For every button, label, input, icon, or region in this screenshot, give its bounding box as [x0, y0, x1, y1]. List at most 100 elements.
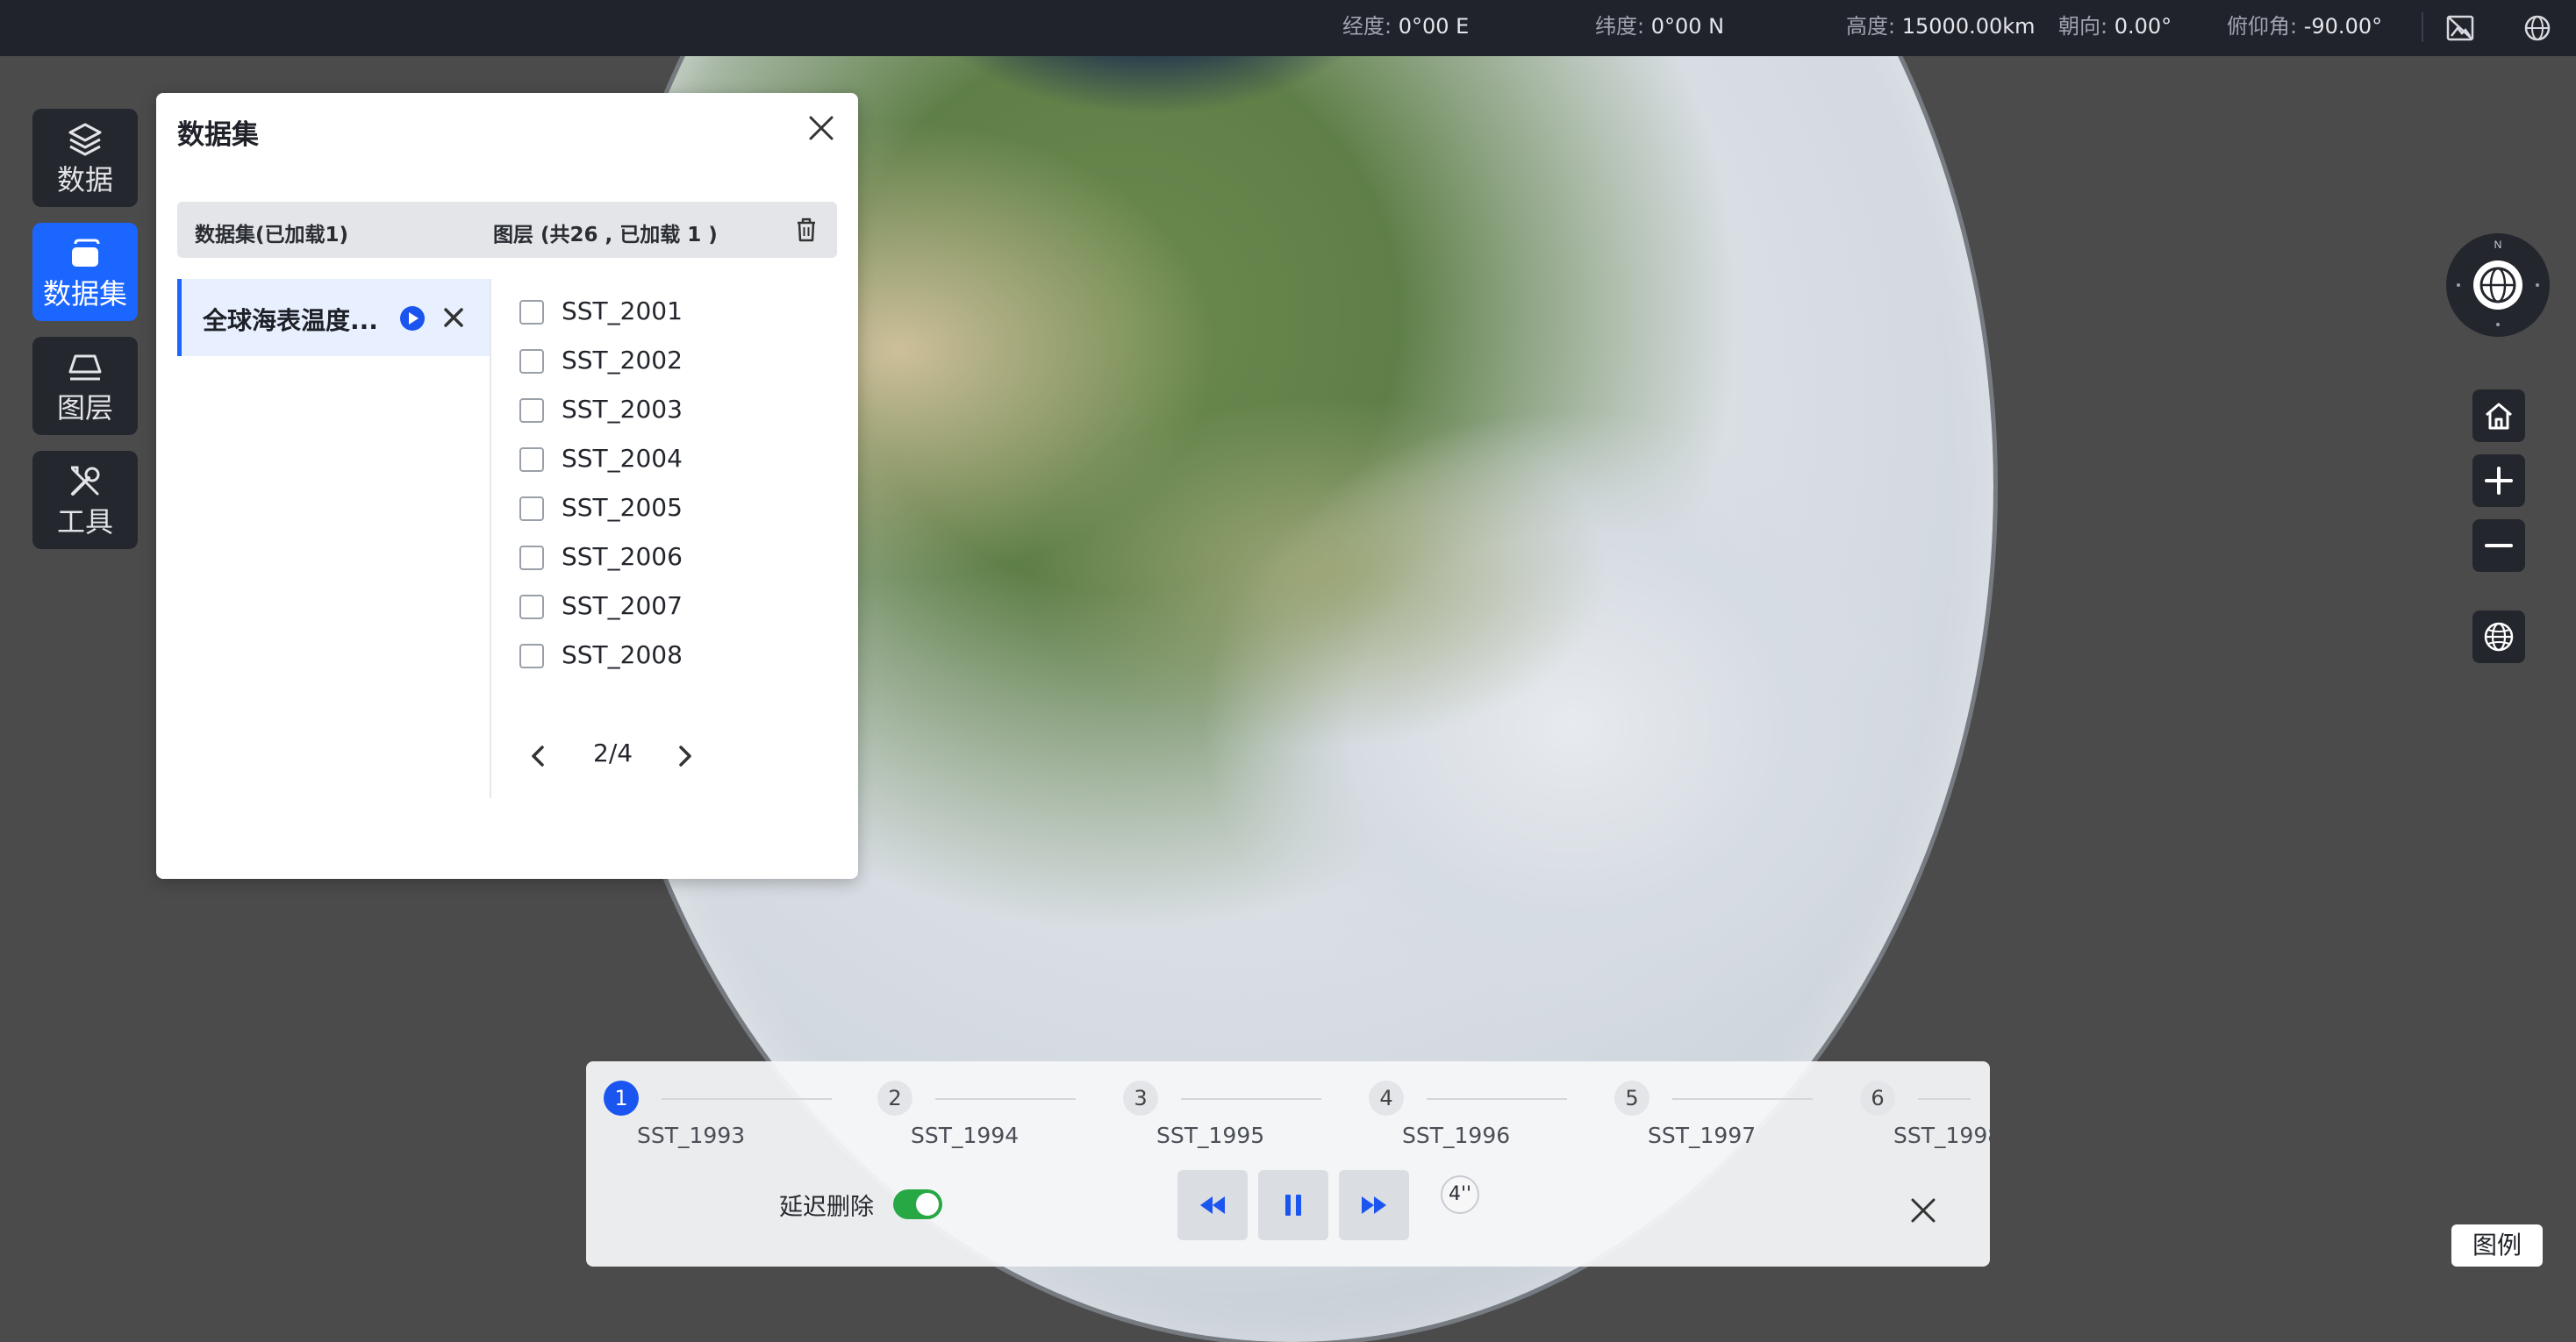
play-circle-icon[interactable]: [399, 305, 426, 332]
step-name: SST_1997: [1648, 1123, 1757, 1148]
step-connector: [935, 1098, 1076, 1100]
sidebar-item-layer-label: 图层: [56, 391, 113, 425]
layer-name: SST_2007: [562, 591, 683, 620]
layers-icon: [68, 123, 102, 156]
panel-title: 数据集: [177, 119, 259, 151]
step-connector: [1672, 1098, 1813, 1100]
checkbox[interactable]: [519, 349, 544, 374]
checkbox[interactable]: [519, 496, 544, 521]
speed-selector[interactable]: 4'': [1441, 1175, 1479, 1214]
sidebar-item-tools-label: 工具: [56, 505, 113, 539]
panel-header: 数据集(已加载1) 图层 (共26 , 已加载 1 ): [177, 202, 837, 258]
checkbox[interactable]: [519, 300, 544, 325]
height-readout: 高度: 15000.00km: [1846, 0, 2036, 56]
layer-list: SST_2001 SST_2002 SST_2003 SST_2004 SST_…: [519, 289, 800, 682]
checkbox[interactable]: [519, 595, 544, 619]
layer-row[interactable]: SST_2004: [519, 437, 800, 486]
height-value: 15000.00km: [1901, 14, 2036, 39]
compass-icon: N: [2457, 239, 2539, 326]
step-number[interactable]: 4: [1369, 1081, 1404, 1116]
dataset-panel: 数据集 数据集(已加载1) 图层 (共26 , 已加载 1 ) 全球海表温度..…: [156, 93, 858, 879]
chevron-left-icon[interactable]: [519, 737, 558, 775]
layer-row[interactable]: SST_2002: [519, 339, 800, 388]
checkbox[interactable]: [519, 398, 544, 423]
sidebar-item-data[interactable]: 数据: [32, 109, 138, 207]
step-number[interactable]: 6: [1860, 1081, 1895, 1116]
home-button[interactable]: [2472, 389, 2525, 442]
heading-readout: 朝向: 0.00°: [2058, 0, 2172, 56]
sidebar-item-dataset-label: 数据集: [42, 277, 127, 311]
layer-row[interactable]: SST_2008: [519, 633, 800, 682]
layer-name: SST_2002: [562, 346, 683, 375]
zoom-in-button[interactable]: [2472, 454, 2525, 507]
checkbox[interactable]: [519, 644, 544, 668]
height-label: 高度:: [1846, 14, 1896, 39]
loaded-count: 数据集(已加载1): [195, 224, 349, 246]
rewind-button[interactable]: [1177, 1170, 1248, 1240]
sidebar-item-dataset[interactable]: 数据集: [32, 223, 138, 321]
layer-row[interactable]: SST_2006: [519, 535, 800, 584]
globe-view-button[interactable]: [2472, 610, 2525, 663]
toggle-knob: [916, 1193, 939, 1216]
longitude-value: 0°00 E: [1398, 14, 1470, 39]
sidebar-item-data-label: 数据: [56, 163, 113, 196]
latitude-readout: 纬度: 0°00 N: [1595, 0, 1724, 56]
layer-row[interactable]: SST_2007: [519, 584, 800, 633]
step-number[interactable]: 5: [1614, 1081, 1649, 1116]
layer-name: SST_2005: [562, 493, 683, 522]
longitude-readout: 经度: 0°00 E: [1342, 0, 1469, 56]
pause-button[interactable]: [1258, 1170, 1328, 1240]
step-connector: [1918, 1098, 1971, 1100]
fast-forward-button[interactable]: [1339, 1170, 1409, 1240]
sidebar-item-tools[interactable]: 工具: [32, 451, 138, 549]
pitch-readout: 俯仰角: -90.00°: [2227, 0, 2382, 56]
close-icon[interactable]: [1906, 1193, 1941, 1228]
home-icon: [2486, 403, 2512, 430]
layer-name: SST_2001: [562, 296, 683, 325]
timeline-player: 1 SST_1993 2 SST_1994 3 SST_1995 4 SST_1…: [586, 1061, 1990, 1267]
step-connector: [1181, 1098, 1321, 1100]
zoom-out-button[interactable]: [2472, 519, 2525, 572]
heading-label: 朝向:: [2058, 14, 2108, 39]
layer-row[interactable]: SST_2003: [519, 388, 800, 437]
checkbox[interactable]: [519, 447, 544, 472]
layer-row[interactable]: SST_2001: [519, 289, 800, 339]
step-name: SST_1993: [637, 1123, 746, 1148]
compass[interactable]: N: [2446, 233, 2550, 337]
delay-delete-label: 延迟删除: [779, 1194, 874, 1221]
page-indicator: 2/4: [593, 739, 633, 767]
step-number[interactable]: 2: [877, 1081, 912, 1116]
longitude-label: 经度:: [1342, 14, 1392, 39]
step-number[interactable]: 3: [1123, 1081, 1158, 1116]
globe-settings-icon[interactable]: [2522, 12, 2553, 44]
dataset-item[interactable]: 全球海表温度...: [177, 279, 490, 356]
layer-count: 图层 (共26 , 已加载 1 ): [493, 224, 718, 246]
rewind-icon: [1200, 1196, 1225, 1214]
image-off-icon[interactable]: [2444, 12, 2476, 44]
latitude-label: 纬度:: [1595, 14, 1645, 39]
layer-name: SST_2006: [562, 542, 683, 571]
layer-row[interactable]: SST_2005: [519, 486, 800, 535]
step-number[interactable]: 1: [604, 1081, 639, 1116]
svg-text:N: N: [2494, 239, 2502, 251]
step-name: SST_1995: [1156, 1123, 1265, 1148]
plus-icon: [2485, 467, 2513, 495]
close-icon[interactable]: [804, 111, 839, 146]
tools-icon: [71, 466, 100, 496]
layer-name: SST_2003: [562, 395, 683, 424]
step-connector: [662, 1098, 832, 1100]
chevron-right-icon[interactable]: [665, 737, 704, 775]
step-name: SST_1998: [1893, 1123, 1990, 1148]
remove-icon[interactable]: [440, 303, 468, 332]
layer-name: SST_2004: [562, 444, 683, 473]
trash-icon[interactable]: [793, 216, 819, 244]
heading-value: 0.00°: [2114, 14, 2172, 39]
sidebar-item-layer[interactable]: 图层: [32, 337, 138, 435]
delay-delete-toggle[interactable]: [893, 1189, 942, 1219]
legend-button[interactable]: 图例: [2451, 1224, 2543, 1267]
latitude-value: 0°00 N: [1650, 14, 1725, 39]
dataset-icon: [72, 239, 100, 267]
pitch-label: 俯仰角:: [2227, 14, 2298, 39]
panel-divider: [490, 279, 491, 798]
checkbox[interactable]: [519, 546, 544, 570]
